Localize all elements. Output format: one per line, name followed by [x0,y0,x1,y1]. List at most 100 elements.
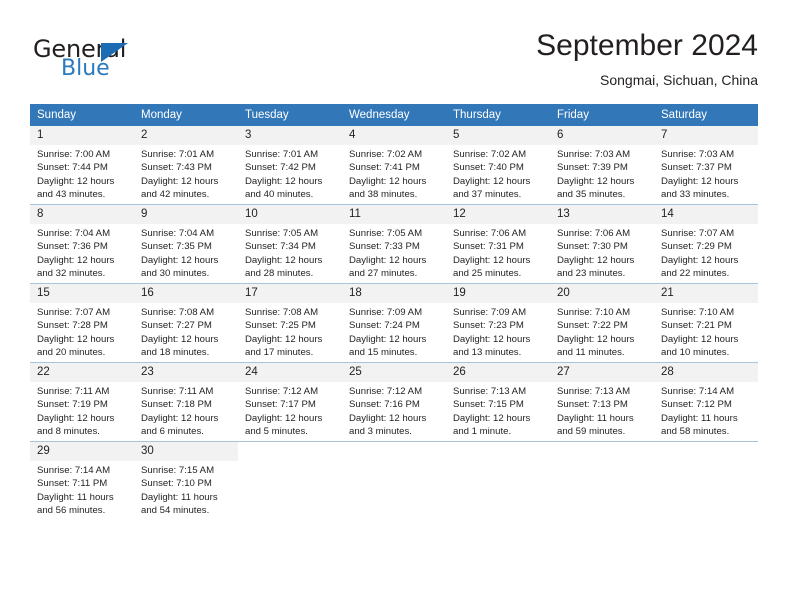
sunset-text: Sunset: 7:36 PM [37,241,108,253]
day-details: Sunrise: 7:01 AM Sunset: 7:42 PM Dayligh… [238,145,342,202]
calendar-header-row: Sunday Monday Tuesday Wednesday Thursday… [30,104,758,126]
day-cell[interactable]: 19 Sunrise: 7:09 AM Sunset: 7:23 PM Dayl… [446,283,550,363]
day-cell[interactable]: 21 Sunrise: 7:10 AM Sunset: 7:21 PM Dayl… [654,283,758,363]
daylight-text-line2: and 10 minutes. [661,347,730,359]
day-cell[interactable]: 9 Sunrise: 7:04 AM Sunset: 7:35 PM Dayli… [134,204,238,284]
day-details: Sunrise: 7:09 AM Sunset: 7:24 PM Dayligh… [342,303,446,360]
day-cell[interactable]: 27 Sunrise: 7:13 AM Sunset: 7:13 PM Dayl… [550,362,654,442]
day-cell[interactable]: 5 Sunrise: 7:02 AM Sunset: 7:40 PM Dayli… [446,126,550,205]
calendar-week-row: 15 Sunrise: 7:07 AM Sunset: 7:28 PM Dayl… [30,283,758,363]
daylight-text-line2: and 6 minutes. [141,426,204,438]
day-cell[interactable]: 29 Sunrise: 7:14 AM Sunset: 7:11 PM Dayl… [30,441,134,520]
day-cell-empty [342,441,446,520]
daylight-text-line1: Daylight: 12 hours [349,254,427,266]
day-number: 17 [238,284,342,303]
day-details: Sunrise: 7:02 AM Sunset: 7:40 PM Dayligh… [446,145,550,202]
day-number [550,442,654,461]
daylight-text-line1: Daylight: 11 hours [557,412,634,424]
sunrise-text: Sunrise: 7:15 AM [141,465,215,476]
day-number: 15 [30,284,134,303]
day-details: Sunrise: 7:05 AM Sunset: 7:34 PM Dayligh… [238,224,342,281]
day-number: 23 [134,363,238,382]
daylight-text-line2: and 1 minute. [453,426,512,438]
day-cell[interactable]: 18 Sunrise: 7:09 AM Sunset: 7:24 PM Dayl… [342,283,446,363]
day-cell[interactable]: 13 Sunrise: 7:06 AM Sunset: 7:30 PM Dayl… [550,204,654,284]
sunset-text: Sunset: 7:28 PM [37,320,108,332]
day-number: 2 [134,126,238,145]
sunset-text: Sunset: 7:43 PM [141,162,212,174]
day-cell[interactable]: 17 Sunrise: 7:08 AM Sunset: 7:25 PM Dayl… [238,283,342,363]
day-details: Sunrise: 7:13 AM Sunset: 7:13 PM Dayligh… [550,382,654,439]
calendar-week-row: 8 Sunrise: 7:04 AM Sunset: 7:36 PM Dayli… [30,204,758,284]
sunrise-text: Sunrise: 7:14 AM [661,386,735,397]
day-cell[interactable]: 20 Sunrise: 7:10 AM Sunset: 7:22 PM Dayl… [550,283,654,363]
daylight-text-line2: and 23 minutes. [557,268,626,280]
day-cell[interactable]: 12 Sunrise: 7:06 AM Sunset: 7:31 PM Dayl… [446,204,550,284]
day-cell[interactable]: 11 Sunrise: 7:05 AM Sunset: 7:33 PM Dayl… [342,204,446,284]
sunrise-text: Sunrise: 7:01 AM [245,149,319,160]
day-cell[interactable]: 26 Sunrise: 7:13 AM Sunset: 7:15 PM Dayl… [446,362,550,442]
daylight-text-line2: and 25 minutes. [453,268,522,280]
day-cell[interactable]: 30 Sunrise: 7:15 AM Sunset: 7:10 PM Dayl… [134,441,238,520]
day-cell[interactable]: 23 Sunrise: 7:11 AM Sunset: 7:18 PM Dayl… [134,362,238,442]
sunrise-text: Sunrise: 7:05 AM [245,228,319,239]
sunset-text: Sunset: 7:17 PM [245,399,316,411]
sunset-text: Sunset: 7:22 PM [557,320,628,332]
sunrise-text: Sunrise: 7:08 AM [141,307,215,318]
logo-text-blue: Blue [61,56,110,81]
daylight-text-line1: Daylight: 12 hours [141,412,219,424]
day-cell[interactable]: 16 Sunrise: 7:08 AM Sunset: 7:27 PM Dayl… [134,283,238,363]
daylight-text-line1: Daylight: 12 hours [453,412,531,424]
day-number: 27 [550,363,654,382]
general-blue-logo[interactable]: General Blue [33,36,233,92]
day-cell[interactable]: 22 Sunrise: 7:11 AM Sunset: 7:19 PM Dayl… [30,362,134,442]
daylight-text-line2: and 59 minutes. [557,426,626,438]
daylight-text-line1: Daylight: 12 hours [37,254,115,266]
day-details: Sunrise: 7:00 AM Sunset: 7:44 PM Dayligh… [30,145,134,202]
day-number [342,442,446,461]
day-cell[interactable]: 6 Sunrise: 7:03 AM Sunset: 7:39 PM Dayli… [550,126,654,205]
day-number: 29 [30,442,134,461]
day-number: 5 [446,126,550,145]
daylight-text-line1: Daylight: 12 hours [349,412,427,424]
sunset-text: Sunset: 7:16 PM [349,399,420,411]
sunset-text: Sunset: 7:23 PM [453,320,524,332]
day-cell[interactable]: 14 Sunrise: 7:07 AM Sunset: 7:29 PM Dayl… [654,204,758,284]
day-details: Sunrise: 7:13 AM Sunset: 7:15 PM Dayligh… [446,382,550,439]
day-details: Sunrise: 7:04 AM Sunset: 7:35 PM Dayligh… [134,224,238,281]
daylight-text-line2: and 58 minutes. [661,426,730,438]
day-cell[interactable]: 3 Sunrise: 7:01 AM Sunset: 7:42 PM Dayli… [238,126,342,205]
day-number: 6 [550,126,654,145]
day-details: Sunrise: 7:02 AM Sunset: 7:41 PM Dayligh… [342,145,446,202]
sunset-text: Sunset: 7:10 PM [141,478,212,490]
day-number: 12 [446,205,550,224]
sunset-text: Sunset: 7:19 PM [37,399,108,411]
day-cell[interactable]: 15 Sunrise: 7:07 AM Sunset: 7:28 PM Dayl… [30,283,134,363]
daylight-text-line1: Daylight: 12 hours [141,333,219,345]
day-number: 14 [654,205,758,224]
sunset-text: Sunset: 7:34 PM [245,241,316,253]
day-cell[interactable]: 2 Sunrise: 7:01 AM Sunset: 7:43 PM Dayli… [134,126,238,205]
day-cell[interactable]: 25 Sunrise: 7:12 AM Sunset: 7:16 PM Dayl… [342,362,446,442]
day-number: 3 [238,126,342,145]
day-cell-empty [238,441,342,520]
day-cell[interactable]: 24 Sunrise: 7:12 AM Sunset: 7:17 PM Dayl… [238,362,342,442]
sunrise-text: Sunrise: 7:13 AM [453,386,527,397]
day-cell[interactable]: 7 Sunrise: 7:03 AM Sunset: 7:37 PM Dayli… [654,126,758,205]
sunset-text: Sunset: 7:35 PM [141,241,212,253]
day-cell[interactable]: 1 Sunrise: 7:00 AM Sunset: 7:44 PM Dayli… [30,126,134,205]
daylight-text-line2: and 42 minutes. [141,189,210,201]
day-cell[interactable]: 8 Sunrise: 7:04 AM Sunset: 7:36 PM Dayli… [30,204,134,284]
sunrise-text: Sunrise: 7:10 AM [661,307,735,318]
day-number: 10 [238,205,342,224]
sunrise-text: Sunrise: 7:12 AM [245,386,319,397]
day-cell[interactable]: 28 Sunrise: 7:14 AM Sunset: 7:12 PM Dayl… [654,362,758,442]
day-cell[interactable]: 4 Sunrise: 7:02 AM Sunset: 7:41 PM Dayli… [342,126,446,205]
daylight-text-line1: Daylight: 12 hours [349,175,427,187]
day-cell-empty [654,441,758,520]
daylight-text-line2: and 13 minutes. [453,347,522,359]
day-cell[interactable]: 10 Sunrise: 7:05 AM Sunset: 7:34 PM Dayl… [238,204,342,284]
daylight-text-line2: and 27 minutes. [349,268,418,280]
daylight-text-line2: and 43 minutes. [37,189,106,201]
daylight-text-line1: Daylight: 11 hours [141,491,218,503]
